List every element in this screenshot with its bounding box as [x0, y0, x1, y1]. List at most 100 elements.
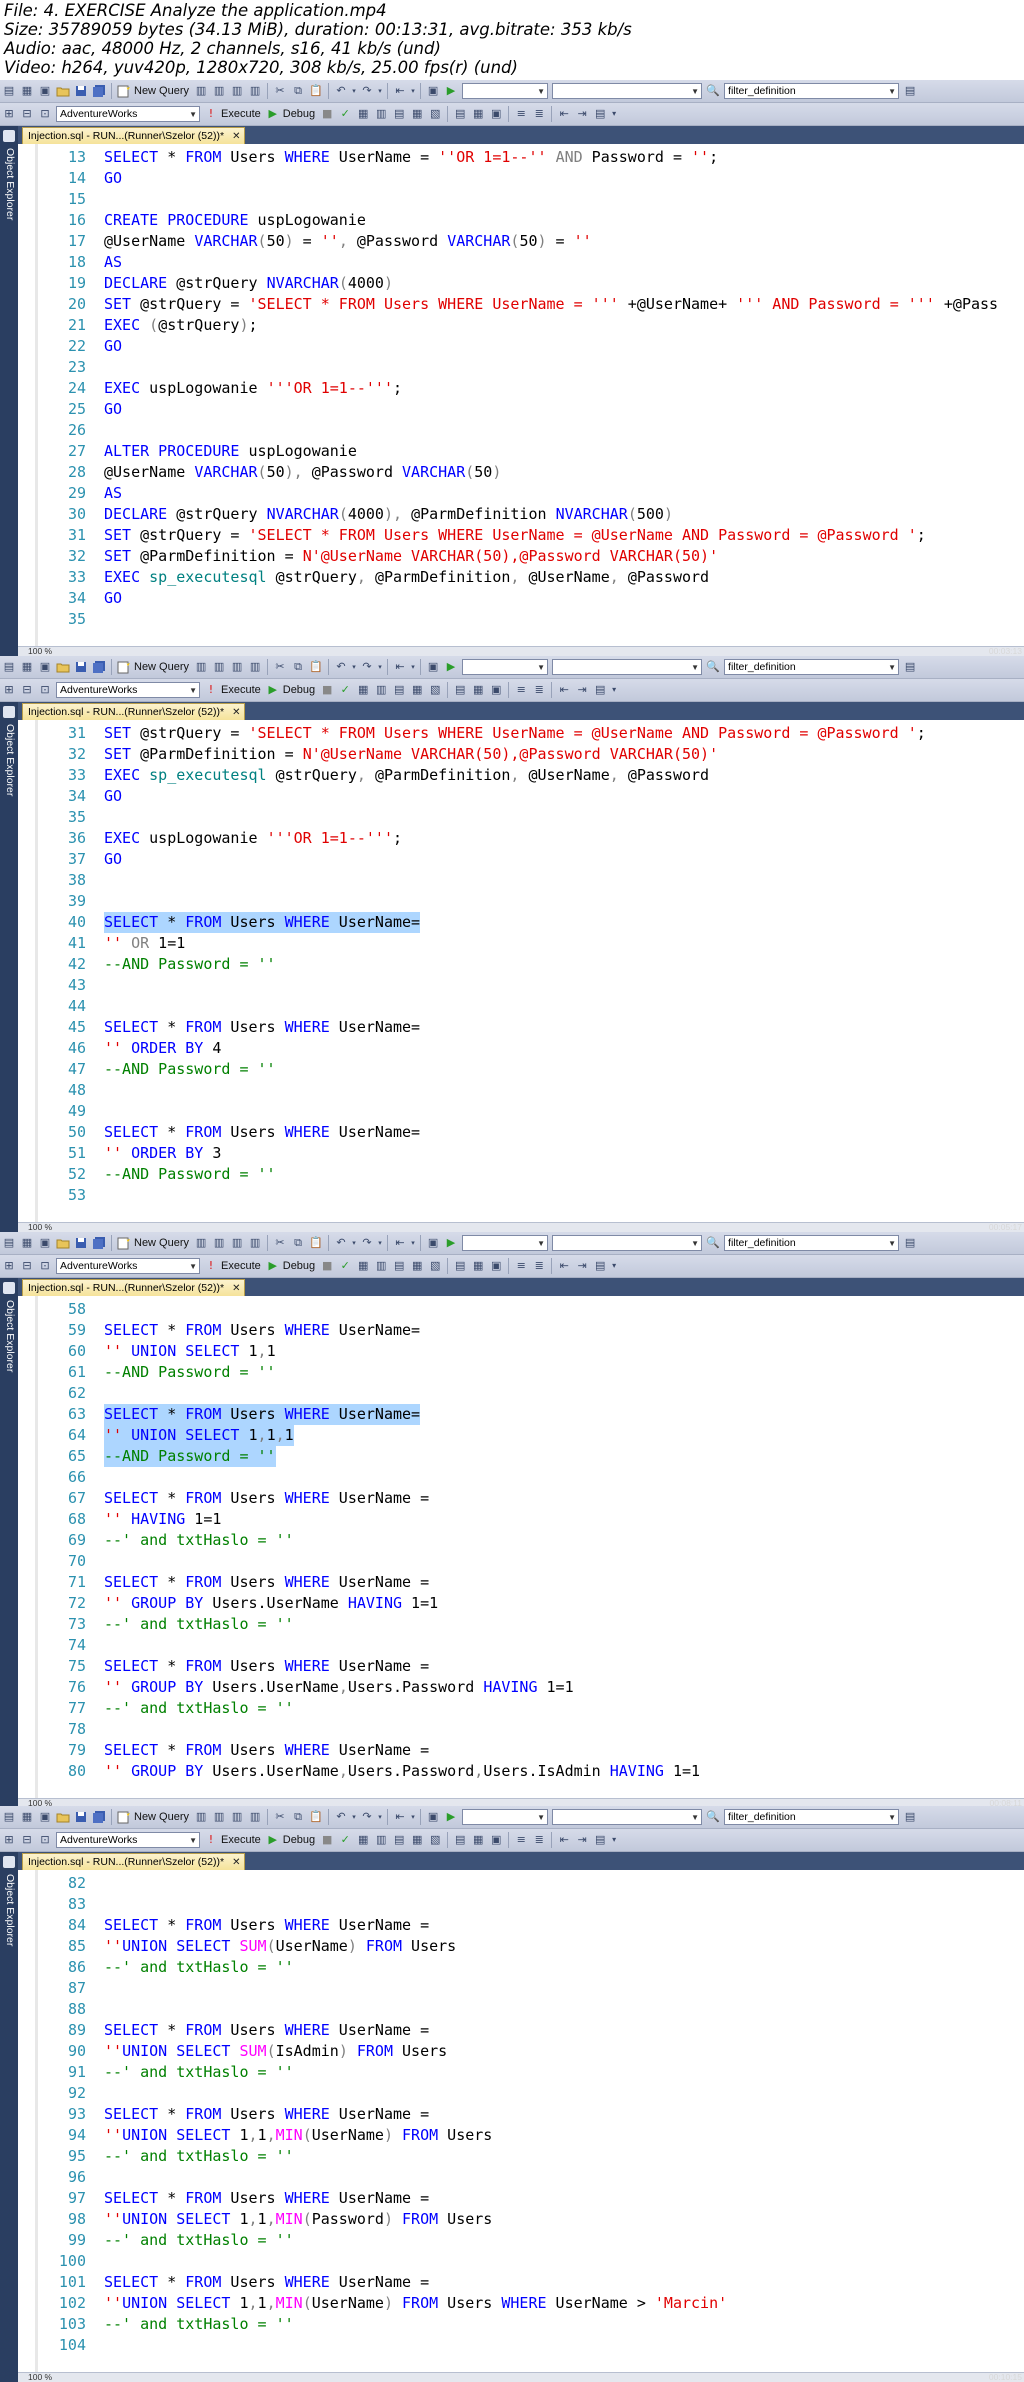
code-line[interactable]: 37 GO: [18, 849, 122, 870]
open-folder-icon[interactable]: [55, 659, 71, 675]
add-item-icon[interactable]: ▣: [37, 83, 53, 99]
query-db-icon[interactable]: ▥: [193, 1235, 209, 1251]
query-options-icon[interactable]: ▥: [373, 106, 389, 122]
navigate-back-icon[interactable]: ⇤: [392, 1809, 408, 1825]
code-line[interactable]: 80 '' GROUP BY Users.UserName,Users.Passw…: [18, 1761, 700, 1782]
undo-icon[interactable]: ↶: [333, 1809, 349, 1825]
code-line[interactable]: 88: [18, 1999, 104, 2020]
results-file-icon[interactable]: ▣: [488, 1832, 504, 1848]
code-line[interactable]: 102 ''UNION SELECT 1,1,MIN(UserName) FROM…: [18, 2293, 727, 2314]
code-line[interactable]: 22 GO: [18, 336, 122, 357]
undo-icon[interactable]: ↶: [333, 83, 349, 99]
save-all-icon[interactable]: [91, 1809, 107, 1825]
new-query-icon[interactable]: [116, 83, 132, 99]
solution-platform-dropdown[interactable]: ▼: [552, 83, 703, 99]
code-line[interactable]: 50 SELECT * FROM Users WHERE UserName=: [18, 1122, 420, 1143]
code-line[interactable]: 32 SET @ParmDefinition = N'@UserName VARC…: [18, 546, 718, 567]
query-mdx-icon[interactable]: ▥: [229, 1235, 245, 1251]
include-plan-icon[interactable]: ▦: [409, 1258, 425, 1274]
new-project-icon[interactable]: ▦: [19, 1235, 35, 1251]
save-icon[interactable]: [73, 83, 89, 99]
code-line[interactable]: 82: [18, 1873, 104, 1894]
code-line[interactable]: 87: [18, 1978, 104, 1999]
paste-icon[interactable]: 📋: [308, 83, 324, 99]
code-line[interactable]: 29 AS: [18, 483, 122, 504]
close-icon[interactable]: ✕: [232, 707, 240, 718]
results-grid-icon[interactable]: ▦: [470, 1832, 486, 1848]
decrease-indent-icon[interactable]: ⇤: [556, 682, 572, 698]
execute-icon[interactable]: !: [203, 106, 219, 122]
navigate-back-icon[interactable]: ⇤: [392, 83, 408, 99]
execute-button[interactable]: Execute: [221, 684, 261, 696]
redo-icon[interactable]: ↷: [359, 83, 375, 99]
results-file-icon[interactable]: ▣: [488, 106, 504, 122]
pin-icon[interactable]: [3, 1856, 15, 1868]
redo-dropdown-icon[interactable]: ▾: [377, 83, 383, 99]
toolbar-overflow-icon[interactable]: ▾: [610, 106, 618, 122]
database-dropdown[interactable]: AdventureWorks ▼: [56, 1832, 200, 1848]
paste-icon[interactable]: 📋: [308, 1809, 324, 1825]
query-xmla-icon[interactable]: ▥: [247, 1235, 263, 1251]
code-line[interactable]: 26: [18, 420, 104, 441]
code-line[interactable]: 41 '' OR 1=1: [18, 933, 185, 954]
code-line[interactable]: 65 --AND Password = '': [18, 1446, 276, 1467]
database-dropdown[interactable]: AdventureWorks ▼: [56, 682, 200, 698]
display-plan-icon[interactable]: ▦: [355, 106, 371, 122]
close-icon[interactable]: ✕: [232, 1283, 240, 1294]
query-analysis-icon[interactable]: ▥: [211, 83, 227, 99]
code-line[interactable]: 97 SELECT * FROM Users WHERE UserName =: [18, 2188, 429, 2209]
code-line[interactable]: 71 SELECT * FROM Users WHERE UserName =: [18, 1572, 429, 1593]
tab-injection-sql[interactable]: Injection.sql - RUN...(Runner\Szelor (52…: [22, 1279, 246, 1296]
open-folder-icon[interactable]: [55, 83, 71, 99]
cancel-query-icon[interactable]: ■: [319, 1832, 335, 1848]
code-line[interactable]: 48: [18, 1080, 104, 1101]
disconnect-icon[interactable]: ⊟: [19, 106, 35, 122]
new-query-button[interactable]: New Query: [134, 1237, 189, 1249]
object-explorer-sidebar[interactable]: Object Explorer: [0, 126, 18, 656]
parse-icon[interactable]: ✓: [337, 1258, 353, 1274]
find-box[interactable]: filter_definition ▼: [724, 1235, 900, 1251]
start-debug-icon[interactable]: ▶: [443, 1809, 459, 1825]
solution-platform-dropdown[interactable]: ▼: [552, 1235, 703, 1251]
increase-indent-icon[interactable]: ⇥: [574, 1258, 590, 1274]
toolbar-menu-icon[interactable]: ▤: [1, 659, 17, 675]
code-line[interactable]: 90 ''UNION SELECT SUM(IsAdmin) FROM Users: [18, 2041, 447, 2062]
code-line[interactable]: 89 SELECT * FROM Users WHERE UserName =: [18, 2020, 429, 2041]
navigate-back-dropdown-icon[interactable]: ▾: [410, 1809, 416, 1825]
cut-icon[interactable]: ✂: [272, 1235, 288, 1251]
uncomment-icon[interactable]: ≣: [531, 1258, 547, 1274]
query-db-icon[interactable]: ▥: [193, 83, 209, 99]
code-line[interactable]: 60 '' UNION SELECT 1,1: [18, 1341, 276, 1362]
add-item-icon[interactable]: ▣: [37, 659, 53, 675]
include-plan-icon[interactable]: ▦: [409, 106, 425, 122]
specify-values-icon[interactable]: ▤: [592, 106, 608, 122]
toolbar-menu-icon[interactable]: ▤: [1, 1809, 17, 1825]
results-file-icon[interactable]: ▣: [488, 1258, 504, 1274]
start-debug-icon[interactable]: ▶: [443, 659, 459, 675]
tab-injection-sql[interactable]: Injection.sql - RUN...(Runner\Szelor (52…: [22, 127, 246, 144]
code-line[interactable]: 24 EXEC uspLogowanie '''OR 1=1--''';: [18, 378, 402, 399]
code-line[interactable]: 36 EXEC uspLogowanie '''OR 1=1--''';: [18, 828, 402, 849]
debug-target-icon[interactable]: ▣: [425, 659, 441, 675]
cancel-query-icon[interactable]: ■: [319, 682, 335, 698]
code-line[interactable]: 43: [18, 975, 104, 996]
close-icon[interactable]: ✕: [232, 131, 240, 142]
paste-icon[interactable]: 📋: [308, 1235, 324, 1251]
code-line[interactable]: 33 EXEC sp_executesql @strQuery, @ParmDef…: [18, 567, 709, 588]
code-line[interactable]: 94 ''UNION SELECT 1,1,MIN(UserName) FROM …: [18, 2125, 492, 2146]
code-line[interactable]: 19 DECLARE @strQuery NVARCHAR(4000): [18, 273, 393, 294]
decrease-indent-icon[interactable]: ⇤: [556, 1258, 572, 1274]
copy-icon[interactable]: ⧉: [290, 1809, 306, 1825]
disconnect-icon[interactable]: ⊟: [19, 682, 35, 698]
code-line[interactable]: 76 '' GROUP BY Users.UserName,Users.Passw…: [18, 1677, 574, 1698]
debug-icon[interactable]: ▶: [265, 1258, 281, 1274]
toolbar-overflow-icon[interactable]: ▾: [610, 682, 618, 698]
parse-icon[interactable]: ✓: [337, 682, 353, 698]
code-line[interactable]: 34 GO: [18, 588, 122, 609]
code-line[interactable]: 103 --' and txtHaslo = '': [18, 2314, 294, 2335]
specify-values-icon[interactable]: ▤: [592, 1258, 608, 1274]
code-line[interactable]: 70: [18, 1551, 104, 1572]
query-options-icon[interactable]: ▥: [373, 1258, 389, 1274]
parse-icon[interactable]: ✓: [337, 106, 353, 122]
undo-dropdown-icon[interactable]: ▾: [351, 83, 357, 99]
